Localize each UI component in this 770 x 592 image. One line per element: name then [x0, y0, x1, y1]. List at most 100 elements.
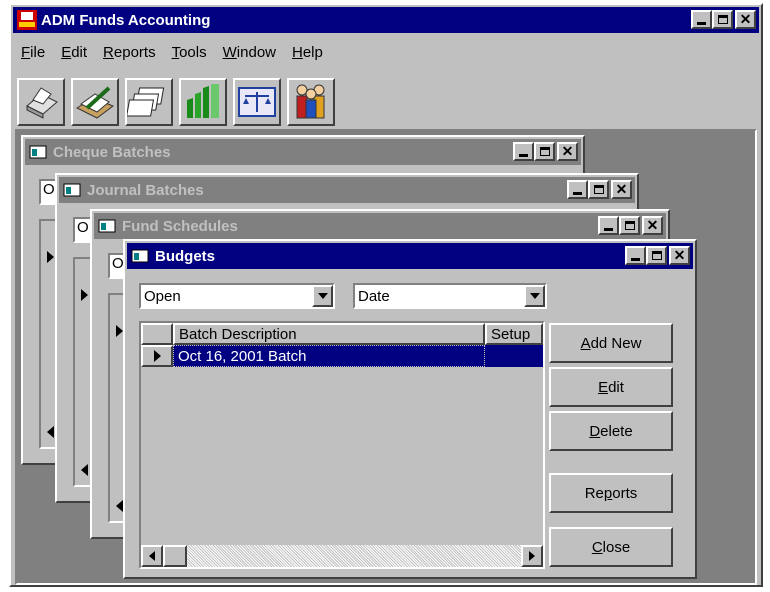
status-filter-value: Open — [144, 287, 181, 305]
cheque-batches-titlebar[interactable]: Cheque Batches ✕ — [25, 139, 581, 165]
maximize-icon — [539, 147, 550, 156]
grid-corner — [141, 323, 173, 345]
row-indicator-icon — [81, 289, 88, 301]
maximize-icon — [593, 185, 604, 194]
minimize-button[interactable] — [691, 10, 712, 29]
scroll-left-icon[interactable] — [116, 500, 123, 512]
row-selector[interactable] — [141, 345, 173, 367]
window-controls: ✕ — [625, 246, 690, 265]
budgets-titlebar[interactable]: Budgets ✕ — [127, 243, 693, 269]
menu-window[interactable]: Window — [215, 44, 284, 61]
maximize-button[interactable] — [534, 142, 555, 161]
journal-button[interactable] — [71, 78, 119, 126]
scroll-left-button[interactable] — [141, 545, 163, 567]
print-button[interactable] — [17, 78, 65, 126]
horizontal-scrollbar[interactable] — [141, 545, 543, 567]
grid-empty-area — [141, 367, 543, 543]
close-icon: ✕ — [561, 143, 574, 159]
scroll-thumb[interactable] — [163, 545, 187, 567]
close-icon: ✕ — [615, 181, 628, 197]
reports-button[interactable]: Re p orts — [549, 473, 673, 513]
current-row-icon — [153, 350, 161, 362]
close-button[interactable]: ✕ — [642, 216, 663, 235]
row-setup-cell[interactable] — [485, 345, 543, 367]
minimize-button[interactable] — [625, 246, 646, 265]
toolbar — [13, 67, 759, 135]
window-title: Fund Schedules — [122, 217, 238, 235]
printer-icon — [26, 87, 58, 119]
close-icon: ✕ — [739, 11, 752, 27]
minimize-button[interactable] — [567, 180, 588, 199]
status-filter-value: O — [77, 219, 89, 236]
minimize-icon — [604, 228, 613, 231]
close-button[interactable]: ✕ — [611, 180, 632, 199]
scroll-left-icon[interactable] — [47, 426, 54, 438]
edit-button[interactable]: Edit — [549, 367, 673, 407]
maximize-icon — [651, 251, 662, 260]
menu-help[interactable]: Help — [284, 44, 331, 61]
menu-file[interactable]: File — [13, 44, 53, 61]
funds-button[interactable] — [179, 78, 227, 126]
maximize-button[interactable] — [712, 10, 733, 29]
chevron-down-icon — [317, 293, 328, 299]
column-header-batch-description[interactable]: Batch Description — [173, 323, 485, 345]
window-title: Journal Batches — [87, 181, 204, 199]
menu-tools[interactable]: Tools — [164, 44, 215, 61]
app-titlebar[interactable]: ADM Funds Accounting ✕ — [13, 7, 759, 33]
chevron-down-icon — [529, 293, 540, 299]
table-row[interactable]: Oct 16, 2001 Batch — [173, 345, 485, 367]
minimize-button[interactable] — [513, 142, 534, 161]
status-filter-select[interactable]: Open — [139, 283, 335, 309]
maximize-button[interactable] — [588, 180, 609, 199]
budget-batches-grid[interactable]: Batch Description Setup Oct 16, 2001 Bat… — [139, 321, 545, 569]
budgets-button[interactable] — [233, 78, 281, 126]
maximize-icon — [624, 221, 635, 230]
app-logo-icon — [17, 10, 37, 30]
main-window: ADM Funds Accounting ✕ File Edit Reports… — [9, 3, 763, 587]
close-icon: ✕ — [673, 247, 686, 263]
window-title: Cheque Batches — [53, 143, 171, 161]
scroll-right-button[interactable] — [521, 545, 543, 567]
users-button[interactable] — [287, 78, 335, 126]
status-filter-value: O — [43, 181, 55, 198]
users-group-icon — [296, 84, 325, 119]
minimize-icon — [573, 192, 582, 195]
maximize-button[interactable] — [619, 216, 640, 235]
row-indicator-icon — [47, 251, 54, 263]
menu-edit[interactable]: Edit — [53, 44, 95, 61]
sort-by-dropdown-button[interactable] — [524, 285, 545, 307]
minimize-icon — [631, 258, 640, 261]
status-filter-dropdown-button[interactable] — [312, 285, 333, 307]
app-title: ADM Funds Accounting — [41, 11, 211, 29]
close-button[interactable]: ✕ — [735, 10, 756, 29]
status-filter-value: O — [112, 255, 124, 272]
maximize-button[interactable] — [646, 246, 667, 265]
column-header-setup[interactable]: Setup — [485, 323, 543, 345]
fund-chart-icon — [187, 84, 219, 118]
add-new-button[interactable]: Add New — [549, 323, 673, 363]
window-icon — [131, 248, 149, 264]
sort-by-select[interactable]: Date — [353, 283, 547, 309]
menu-reports[interactable]: Reports — [95, 44, 164, 61]
menu-bar: File Edit Reports Tools Window Help — [13, 39, 759, 65]
close-window-button[interactable]: Close — [549, 527, 673, 567]
delete-button[interactable]: Delete — [549, 411, 673, 451]
cheques-button[interactable] — [125, 78, 173, 126]
fund-schedules-titlebar[interactable]: Fund Schedules ✕ — [94, 213, 666, 239]
minimize-icon — [697, 22, 706, 25]
window-controls: ✕ — [598, 216, 663, 235]
journal-batches-titlebar[interactable]: Journal Batches ✕ — [59, 177, 635, 203]
window-icon — [63, 182, 81, 198]
budgets-window[interactable]: Budgets ✕ Open Date Batch Description Se… — [123, 239, 697, 579]
close-button[interactable]: ✕ — [669, 246, 690, 265]
window-controls: ✕ — [567, 180, 632, 199]
window-icon — [29, 144, 47, 160]
maximize-icon — [717, 15, 728, 24]
minimize-button[interactable] — [598, 216, 619, 235]
scroll-left-icon[interactable] — [81, 464, 88, 476]
row-description: Oct 16, 2001 Batch — [178, 347, 307, 365]
row-indicator-icon — [116, 325, 123, 337]
minimize-icon — [519, 154, 528, 157]
balance-scale-icon — [238, 87, 276, 117]
close-button[interactable]: ✕ — [557, 142, 578, 161]
